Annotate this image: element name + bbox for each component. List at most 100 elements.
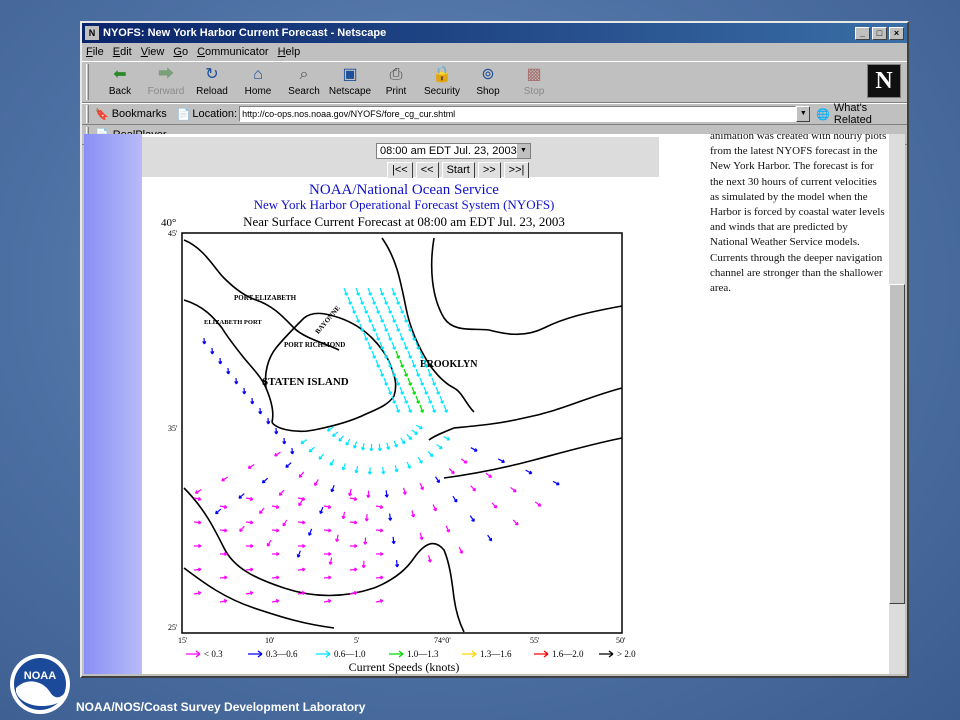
animation-nav: |<< << Start >> >>|	[387, 162, 530, 179]
legend-label: < 0.3	[204, 649, 223, 659]
label-port-richmond: PORT RICHMOND	[284, 341, 345, 349]
location-label: Location:	[192, 108, 238, 120]
legend-label: > 2.0	[617, 649, 636, 659]
legend-label: 0.6—1.0	[334, 649, 366, 659]
forward-arrow-icon: ⮕	[157, 66, 174, 83]
lon-tick-55: 55'	[530, 636, 540, 645]
location-grip[interactable]	[86, 105, 89, 123]
vertical-scrollbar[interactable]	[889, 134, 905, 674]
home-icon: ⌂	[253, 66, 263, 83]
search-button[interactable]: ⌕ Search	[281, 64, 327, 97]
security-icon: 🔒	[432, 66, 452, 83]
toolbar-grip[interactable]	[86, 64, 89, 100]
previous-frame-button[interactable]: <<	[415, 162, 439, 179]
lon-tick-50: 50'	[616, 636, 626, 645]
stop-button[interactable]: ▩ Stop	[511, 64, 557, 97]
back-label: Back	[108, 86, 132, 97]
lat-tick-35: 35'	[168, 424, 178, 433]
legend-label: 1.0—1.3	[407, 649, 439, 659]
print-button[interactable]: ⎙ Print	[373, 64, 419, 97]
netscape-button[interactable]: ▣ Netscape	[327, 64, 373, 97]
title-bar[interactable]: N NYOFS: New York Harbor Current Forecas…	[82, 23, 907, 43]
legend-label: 1.6—2.0	[552, 649, 584, 659]
label-brooklyn: BROOKLYN	[420, 359, 478, 370]
scroll-thumb[interactable]	[889, 284, 905, 604]
animation-controls: 08:00 am EDT Jul. 23, 2003 ▼ |<< << Star…	[142, 137, 659, 179]
next-frame-button[interactable]: >>	[477, 162, 501, 179]
maximize-button[interactable]: □	[872, 26, 887, 40]
lon-tick-10: 10'	[265, 636, 275, 645]
reload-label: Reload	[196, 86, 228, 97]
time-select-value: 08:00 am EDT Jul. 23, 2003	[380, 145, 517, 157]
forward-label: Forward	[147, 86, 185, 97]
noaa-logo: NOAA	[10, 654, 70, 714]
minimize-button[interactable]: _	[855, 26, 870, 40]
navigation-toolbar: ⬅ Back ⮕ Forward ↻ Reload ⌂ Home ⌕ Searc…	[82, 61, 907, 103]
lon-tick-5: 5'	[354, 636, 360, 645]
search-label: Search	[288, 86, 320, 97]
netscape-app-icon: N	[85, 26, 99, 40]
window-title: NYOFS: New York Harbor Current Forecast …	[103, 27, 387, 39]
menu-view[interactable]: View	[141, 46, 165, 58]
stop-label: Stop	[523, 86, 545, 97]
lat-tick-45: 45'	[168, 229, 178, 238]
svg-text:NOAA: NOAA	[24, 670, 56, 682]
whats-related-icon: 🌐	[816, 108, 830, 121]
shop-icon: ⊚	[481, 66, 495, 83]
stop-icon: ▩	[526, 66, 542, 83]
reload-button[interactable]: ↻ Reload	[189, 64, 235, 97]
map-subtitle: Near Surface Current Forecast at 08:00 a…	[243, 214, 565, 229]
forecast-description: animation was created with hourly plots …	[710, 134, 887, 295]
home-label: Home	[244, 86, 272, 97]
label-staten-island: STATEN ISLAND	[262, 376, 349, 388]
print-icon: ⎙	[389, 66, 403, 83]
chevron-down-icon: ▼	[517, 144, 530, 158]
reload-icon: ↻	[205, 66, 219, 83]
url-field[interactable]: http://co-ops.nos.noaa.gov/NYOFS/fore_cg…	[239, 106, 797, 122]
menu-go[interactable]: Go	[173, 46, 188, 58]
bookmarks-icon: 🔖	[94, 108, 109, 121]
back-arrow-icon: ⬅	[113, 66, 127, 83]
left-frame	[84, 134, 142, 674]
home-button[interactable]: ⌂ Home	[235, 64, 281, 97]
url-dropdown-button[interactable]: ▼	[796, 106, 811, 122]
lon-tick-74: 74°0'	[434, 636, 451, 645]
security-button[interactable]: 🔒 Security	[419, 64, 465, 97]
netscape-window: N NYOFS: New York Harbor Current Forecas…	[80, 21, 909, 678]
time-select[interactable]: 08:00 am EDT Jul. 23, 2003 ▼	[376, 143, 531, 159]
lat-tick-25: 25'	[168, 623, 178, 632]
security-label: Security	[423, 86, 461, 97]
close-button[interactable]: ×	[889, 26, 904, 40]
lon-tick-15: 15'	[178, 636, 188, 645]
bookmarks-button[interactable]: Bookmarks	[112, 108, 167, 120]
first-frame-button[interactable]: |<<	[387, 162, 413, 179]
whats-related-button[interactable]: What's Related	[834, 102, 907, 126]
netscape-icon: ▣	[342, 66, 358, 83]
menu-bar: File Edit View Go Communicator Help	[82, 43, 907, 61]
legend-label: 1.3—1.6	[480, 649, 512, 659]
search-icon: ⌕	[299, 66, 309, 83]
menu-edit[interactable]: Edit	[113, 46, 132, 58]
location-icon: 📄	[176, 108, 191, 121]
lat-40-label: 40°	[161, 217, 176, 229]
menu-help[interactable]: Help	[278, 46, 301, 58]
netscape-label: Netscape	[328, 86, 372, 97]
shop-label: Shop	[476, 86, 500, 97]
last-frame-button[interactable]: >>|	[503, 162, 530, 179]
print-label: Print	[385, 86, 407, 97]
forecast-map-image: NOAA/National Ocean Service New York Har…	[144, 178, 664, 674]
forward-button[interactable]: ⮕ Forward	[143, 64, 189, 97]
legend-label: 0.3—0.6	[266, 649, 298, 659]
page-content: 08:00 am EDT Jul. 23, 2003 ▼ |<< << Star…	[84, 134, 905, 674]
location-bar: 🔖 Bookmarks 📄 Location: http://co-ops.no…	[82, 102, 907, 126]
start-button[interactable]: Start	[441, 162, 475, 179]
legend-title: Current Speeds (knots)	[349, 660, 460, 674]
map-title-system: New York Harbor Operational Forecast Sys…	[254, 197, 555, 212]
back-button[interactable]: ⬅ Back	[97, 64, 143, 97]
footer-credit: NOAA/NOS/Coast Survey Development Labora…	[76, 700, 366, 714]
shop-button[interactable]: ⊚ Shop	[465, 64, 511, 97]
menu-file[interactable]: File	[86, 46, 104, 58]
menu-communicator[interactable]: Communicator	[197, 46, 269, 58]
label-elizabeth-port: ELIZABETH PORT	[204, 319, 262, 326]
map-title-agency: NOAA/National Ocean Service	[309, 182, 499, 198]
